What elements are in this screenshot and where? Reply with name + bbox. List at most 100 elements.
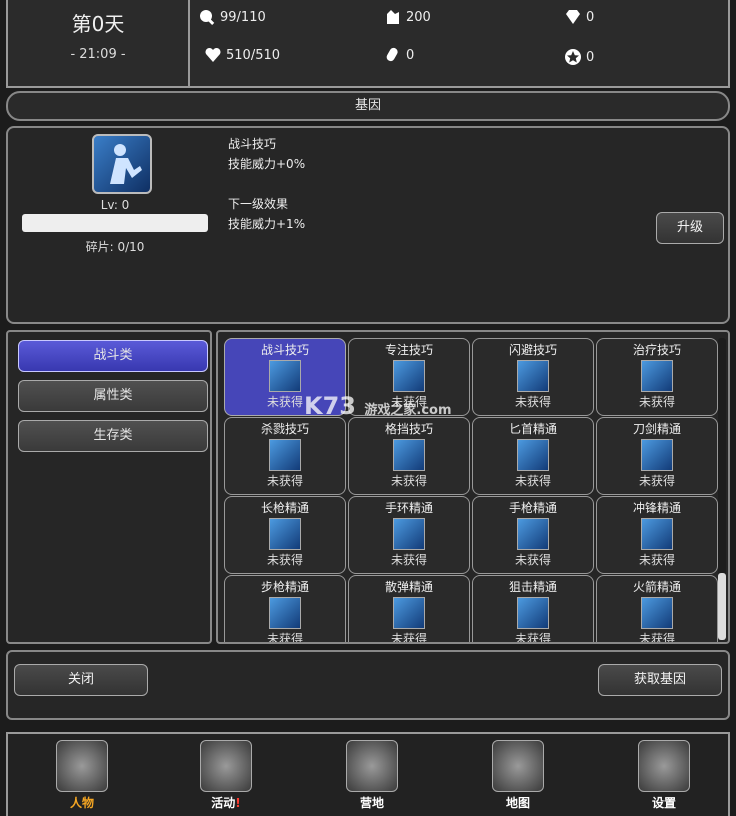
skill-cell-name: 杀戮技巧 (260, 422, 309, 436)
category-survival[interactable]: 生存类 (18, 420, 208, 452)
category-list: 战斗类 属性类 生存类 (6, 330, 212, 644)
skill-cell[interactable]: 冲锋精通 未获得 (596, 496, 718, 574)
skill-cell[interactable]: 匕首精通 未获得 (472, 417, 594, 495)
skill-effect: 技能威力+0% (228, 157, 306, 171)
day-box: 第0天 - 21:09 - (8, 0, 190, 86)
scrollbar[interactable] (718, 338, 726, 640)
fighter-icon (110, 144, 142, 184)
skill-cell-status: 未获得 (514, 395, 551, 409)
capsule-stat: 0 (384, 46, 414, 64)
skill-cell-status: 未获得 (638, 632, 675, 644)
skill-cell[interactable]: 刀剑精通 未获得 (596, 417, 718, 495)
skill-cell-name: 匕首精通 (508, 422, 557, 436)
skill-cell-name: 闪避技巧 (508, 343, 557, 357)
skull-gear-icon (638, 740, 690, 792)
skill-cell-name: 刀剑精通 (632, 422, 681, 436)
virus-icon (200, 740, 252, 792)
page-title: 基因 (6, 91, 730, 121)
skill-cell[interactable]: 散弹精通 未获得 (348, 575, 470, 644)
skill-icon (269, 439, 301, 471)
skill-cell-status: 未获得 (266, 553, 303, 567)
skill-icon (269, 360, 301, 392)
skill-cell-name: 战斗技巧 (260, 343, 309, 357)
watermark: K73 游戏之家.com (304, 392, 452, 420)
bottom-nav: 人物 活动! 营地 地图 设置 (6, 732, 730, 816)
skill-icon (393, 518, 425, 550)
nav-activity-label: 活动! (198, 794, 254, 811)
nav-character-label: 人物 (69, 796, 94, 810)
skill-cell-name: 冲锋精通 (632, 501, 681, 515)
food-icon (200, 10, 215, 25)
ammo-icon (387, 10, 399, 24)
truck-icon (346, 740, 398, 792)
skill-icon (517, 439, 549, 471)
skill-cell[interactable]: 治疗技巧 未获得 (596, 338, 718, 416)
next-level-effect: 技能威力+1% (228, 217, 306, 231)
skill-icon (517, 360, 549, 392)
skill-cell-status: 未获得 (266, 474, 303, 488)
skill-icon (269, 597, 301, 629)
action-bar: 关闭 获取基因 (6, 650, 730, 720)
category-combat[interactable]: 战斗类 (18, 340, 208, 372)
skill-cell-name: 手环精通 (384, 501, 433, 515)
skill-cell[interactable]: 格挡技巧 未获得 (348, 417, 470, 495)
activity-alert: ! (235, 796, 241, 810)
skill-cell[interactable]: 长枪精通 未获得 (224, 496, 346, 574)
skill-cell[interactable]: 步枪精通 未获得 (224, 575, 346, 644)
skill-cell[interactable]: 闪避技巧 未获得 (472, 338, 594, 416)
skill-level: Lv: 0 (100, 198, 130, 212)
watermark-site: 游戏之家 (364, 403, 417, 418)
skill-cell-name: 专注技巧 (384, 343, 433, 357)
skill-icon (641, 360, 673, 392)
skill-icon (517, 518, 549, 550)
skill-cell-status: 未获得 (390, 632, 427, 644)
nav-camp[interactable]: 营地 (344, 740, 400, 811)
skill-icon (641, 518, 673, 550)
skill-cell-name: 步枪精通 (260, 580, 309, 594)
skill-icon (269, 518, 301, 550)
skill-icon (517, 597, 549, 629)
scrollbar-thumb[interactable] (718, 573, 726, 640)
nav-settings[interactable]: 设置 (636, 740, 692, 811)
skill-cell-name: 长枪精通 (260, 501, 309, 515)
skill-icon (393, 439, 425, 471)
gasmask-icon (56, 740, 108, 792)
star-stat: 0 (564, 48, 594, 66)
skill-name: 战斗技巧 (228, 137, 277, 151)
close-button[interactable]: 关闭 (14, 664, 148, 696)
get-gene-button[interactable]: 获取基因 (598, 664, 722, 696)
diamond-value: 0 (586, 9, 595, 25)
skill-cell-name: 格挡技巧 (384, 422, 433, 436)
skill-cell[interactable]: 狙击精通 未获得 (472, 575, 594, 642)
skill-cell-status: 未获得 (638, 395, 675, 409)
skill-cell-status: 未获得 (266, 632, 303, 644)
skill-cell[interactable]: 手环精通 未获得 (348, 496, 470, 574)
skill-cell-status: 未获得 (390, 474, 427, 488)
ammo-value: 200 (406, 9, 431, 25)
heart-icon (205, 47, 221, 62)
upgrade-button[interactable]: 升级 (656, 212, 724, 244)
skill-cell[interactable]: 火箭精通 未获得 (596, 575, 718, 644)
skill-cell[interactable]: 手枪精通 未获得 (472, 496, 594, 574)
skill-detail-panel: Lv: 0 碎片: 0/10 战斗技巧 技能威力+0% 下一级效果 技能威力+1… (6, 126, 730, 324)
progress-bar (22, 214, 208, 232)
ammo-stat: 200 (384, 8, 431, 26)
star-value: 0 (586, 49, 595, 65)
skill-cell-name: 治疗技巧 (632, 343, 681, 357)
nav-map[interactable]: 地图 (490, 740, 546, 811)
fragment-count: 碎片: 0/10 (85, 240, 145, 254)
diamond-icon (566, 10, 580, 24)
skill-cell-name: 手枪精通 (508, 501, 557, 515)
nav-camp-label: 营地 (359, 796, 384, 810)
category-attribute[interactable]: 属性类 (18, 380, 208, 412)
clock: - 21:09 - (70, 47, 126, 62)
skill-cell-name: 散弹精通 (384, 580, 433, 594)
nav-activity-text: 活动 (211, 796, 236, 810)
skill-cell[interactable]: 杀戮技巧 未获得 (224, 417, 346, 495)
nav-map-label: 地图 (505, 796, 530, 810)
food-stat: 99/110 (198, 8, 266, 26)
nav-character[interactable]: 人物 (54, 740, 110, 811)
skill-icon (641, 597, 673, 629)
nav-activity[interactable]: 活动! (198, 740, 254, 811)
skill-grid: 火箭精通 未获得 狙击精通 未获得 散弹精通 未获得 步枪精通 未获得 冲锋精通 未获得 手枪精通未… (216, 330, 730, 644)
